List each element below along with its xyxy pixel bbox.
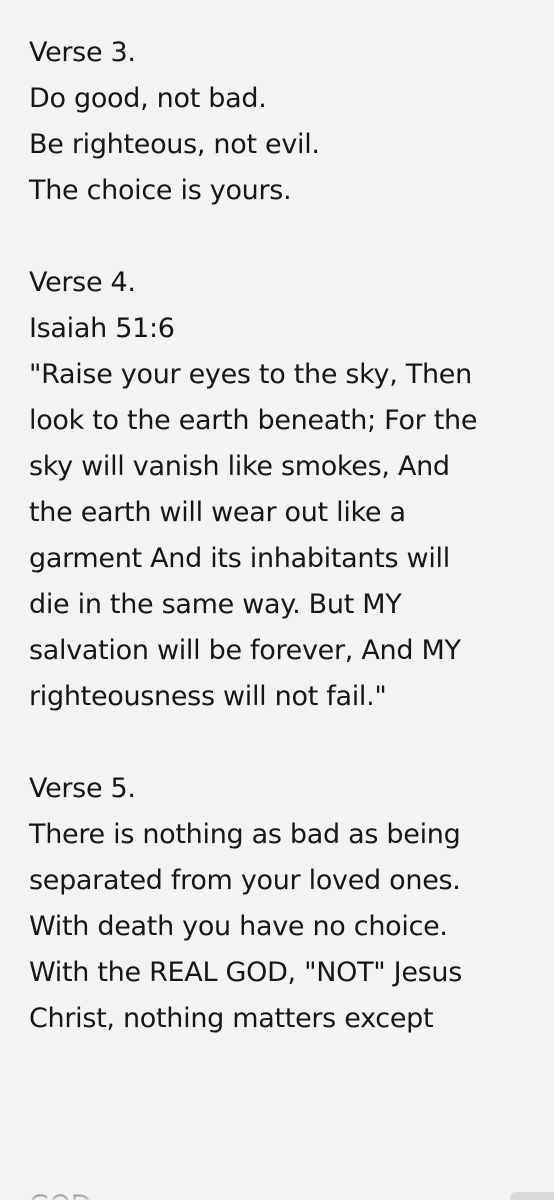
verse-3-line-3: The choice is yours. (29, 175, 292, 206)
verse-4-line-4: the earth will wear out like a (29, 497, 406, 528)
scroll-edge-indicator (510, 1192, 554, 1200)
verse-5-line-4: With the REAL GOD, "NOT" Jesus (29, 957, 463, 988)
verse-5-heading: Verse 5. (29, 773, 136, 804)
verse-5-line-3: With death you have no choice. (29, 911, 448, 942)
note-text-body[interactable]: Verse 3. Do good, not bad. Be righteous,… (29, 30, 544, 1042)
verse-3-line-2: Be righteous, not evil. (29, 129, 320, 160)
verse-4-line-3: sky will vanish like smokes, And (29, 451, 450, 482)
partially-visible-next-line: GOD (29, 1183, 91, 1200)
verse-4-line-8: righteousness will not fail." (29, 681, 387, 712)
verse-3-line-1: Do good, not bad. (29, 83, 267, 114)
verse-4-line-7: salvation will be forever, And MY (29, 635, 461, 666)
verse-3-block: Verse 3. Do good, not bad. Be righteous,… (29, 30, 544, 214)
verse-3-heading: Verse 3. (29, 37, 136, 68)
verse-5-block: Verse 5. There is nothing as bad as bein… (29, 766, 544, 1042)
verse-5-line-1: There is nothing as bad as being (29, 819, 461, 850)
verse-4-heading: Verse 4. (29, 267, 136, 298)
verse-5-line-5: Christ, nothing matters except (29, 1003, 434, 1034)
note-screen: Verse 3. Do good, not bad. Be righteous,… (0, 0, 554, 1200)
verse-5-line-2: separated from your loved ones. (29, 865, 461, 896)
verse-4-reference: Isaiah 51:6 (29, 313, 175, 344)
verse-4-line-2: look to the earth beneath; For the (29, 405, 478, 436)
verse-4-line-5: garment And its inhabitants will (29, 543, 450, 574)
verse-4-line-6: die in the same way. But MY (29, 589, 402, 620)
verse-4-line-1: "Raise your eyes to the sky, Then (29, 359, 472, 390)
verse-4-block: Verse 4. Isaiah 51:6 "Raise your eyes to… (29, 260, 544, 720)
